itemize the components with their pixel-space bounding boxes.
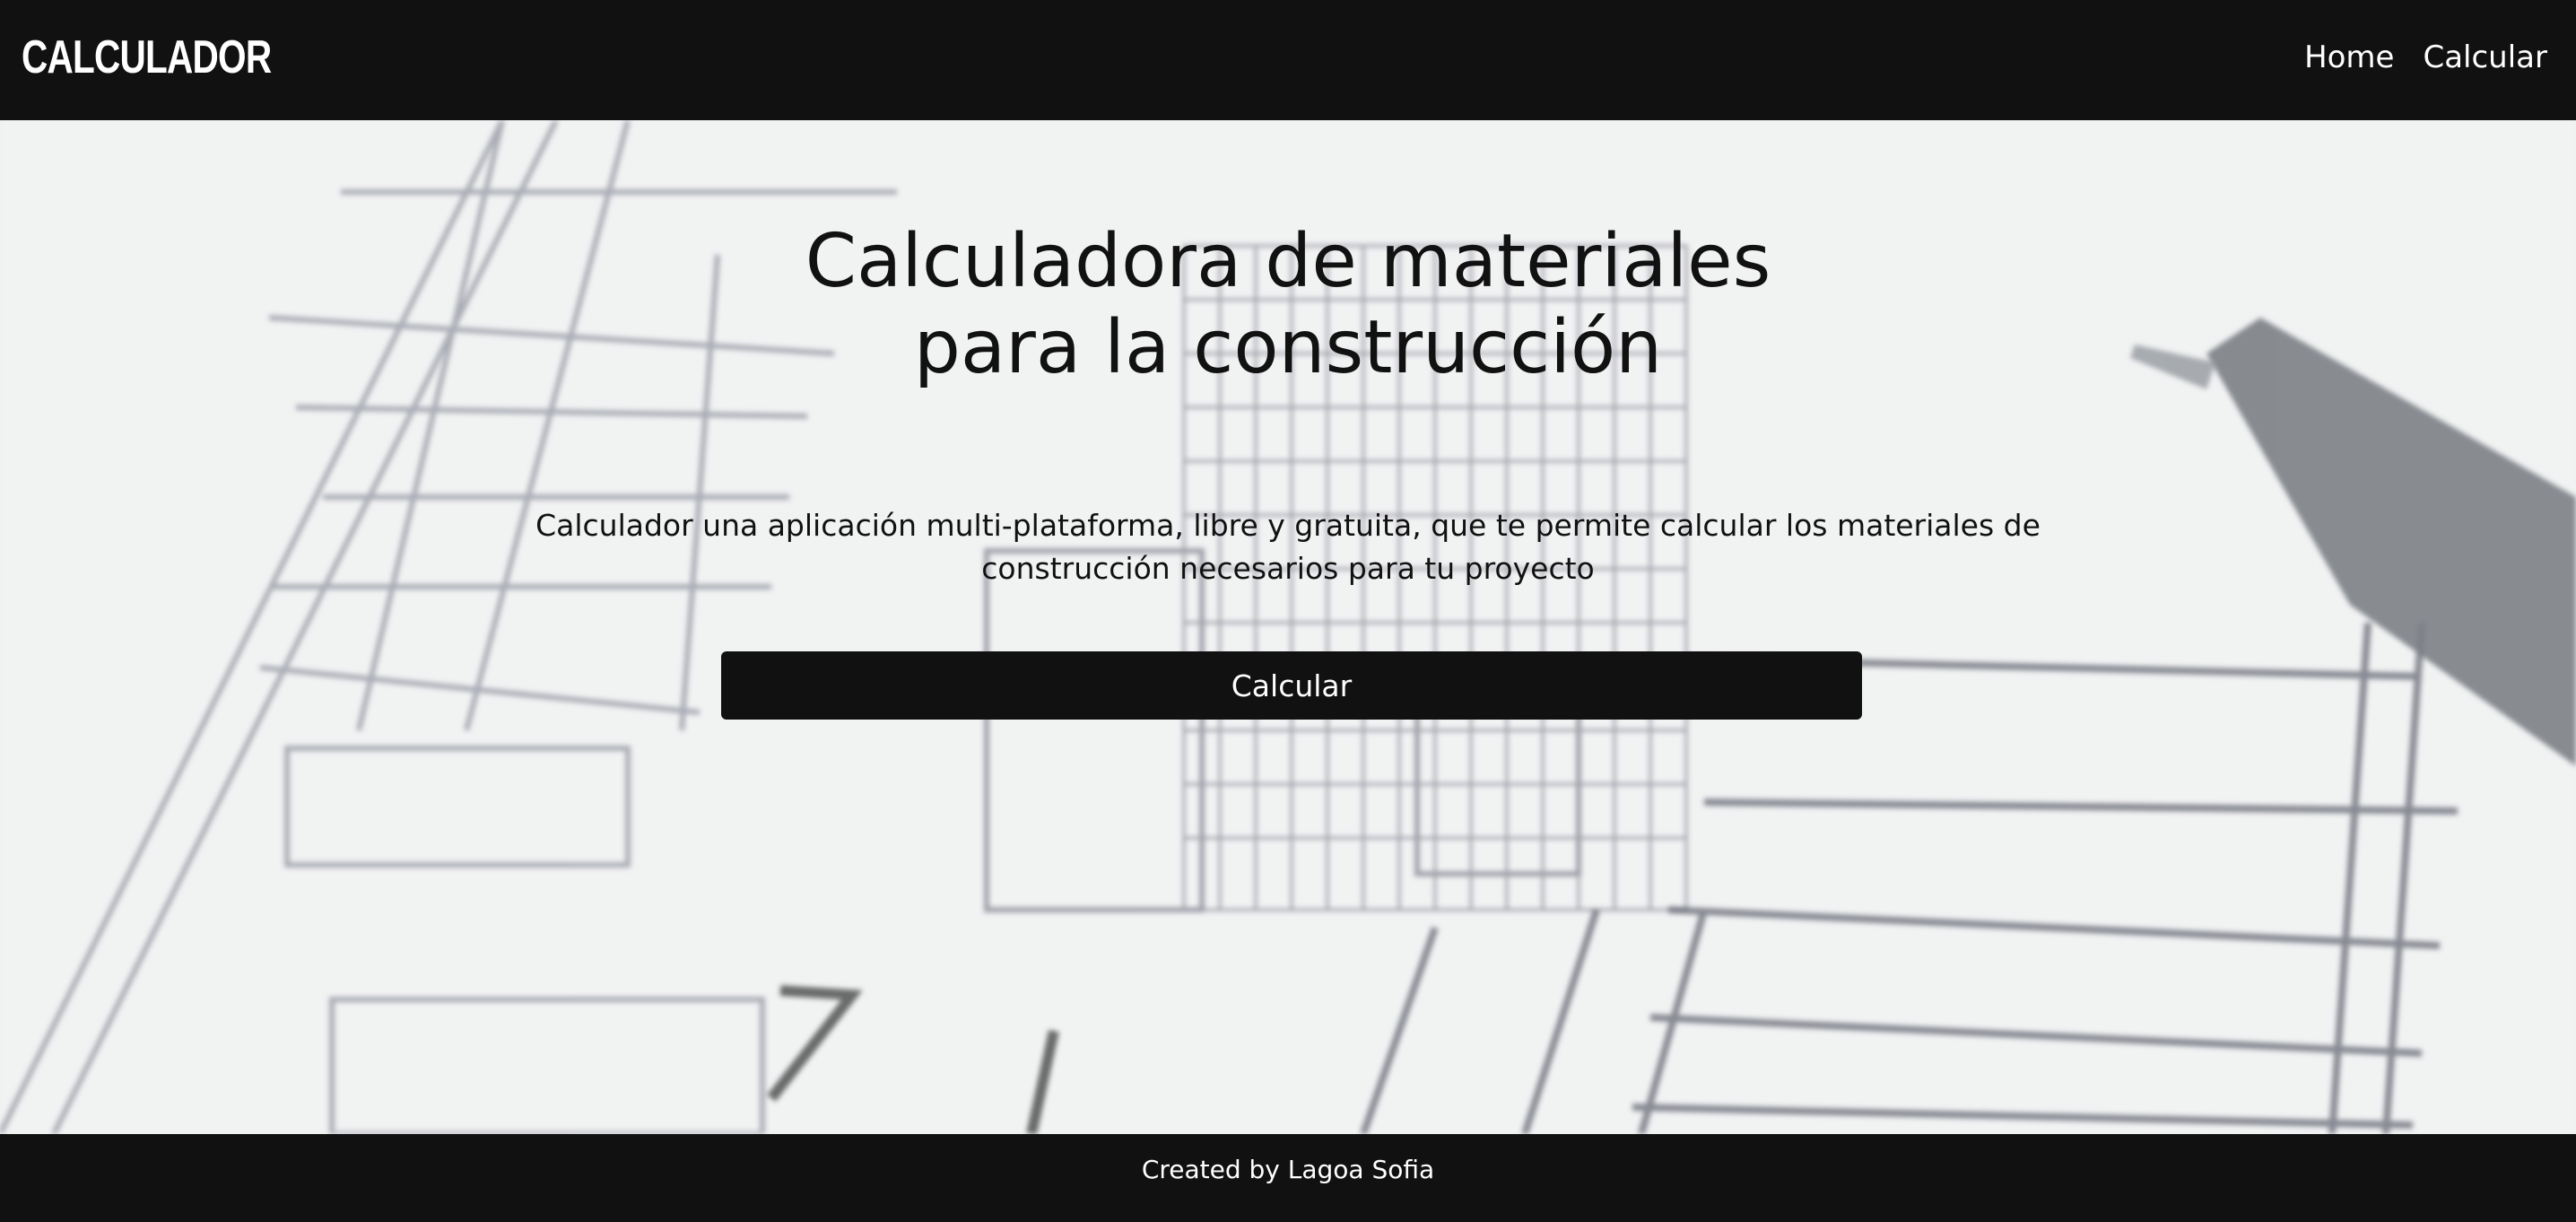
footer-credit: Created by Lagoa Sofia [1141,1155,1435,1184]
hero-description: Calculador una aplicación multi-platafor… [535,508,2041,586]
footer: Created by Lagoa Sofia [0,1134,2576,1222]
brand-logo[interactable]: CALCULADOR [22,25,272,90]
calcular-button[interactable]: Calcular [721,651,1862,720]
nav-calcular-link[interactable]: Calcular [2423,31,2547,84]
hero-title-line-1: Calculadora de materiales [805,219,1771,304]
hero-title-line-2: para la construcción [913,305,1663,390]
page: CALCULADOR Home Calcular Calculadora de … [0,0,2576,1222]
hero-content: Calculadora de materiales para la constr… [0,120,2576,1134]
top-navbar: CALCULADOR Home Calcular [0,0,2576,120]
hero-section: Calculadora de materiales para la constr… [0,120,2576,1134]
hero-title: Calculadora de materiales para la constr… [570,219,2006,391]
nav-home-link[interactable]: Home [2304,31,2394,84]
main-nav: Home Calcular [2304,31,2547,84]
